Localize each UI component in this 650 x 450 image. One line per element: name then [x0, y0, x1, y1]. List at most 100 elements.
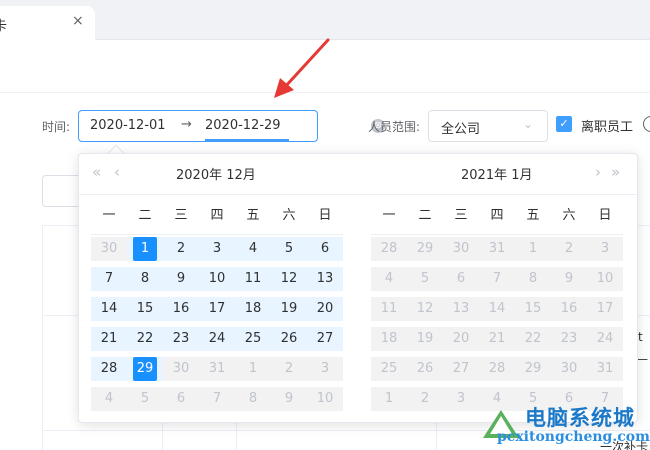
day-cell-range-start[interactable]: 1 [127, 237, 163, 261]
day-cell[interactable]: 10 [199, 267, 235, 291]
scope-select[interactable]: 全公司 ⌄ [428, 110, 548, 142]
day-cell[interactable]: 29 [515, 357, 551, 381]
background-button[interactable] [42, 175, 82, 207]
day-cell[interactable]: 3 [307, 357, 343, 381]
day-cell[interactable]: 8 [515, 267, 551, 291]
day-cell[interactable]: 2 [551, 237, 587, 261]
day-cell[interactable]: 23 [163, 327, 199, 351]
day-cell[interactable]: 2 [407, 387, 443, 411]
day-cell[interactable]: 3 [587, 237, 623, 261]
day-cell[interactable]: 29 [407, 237, 443, 261]
day-cell[interactable]: 10 [307, 387, 343, 411]
day-cell[interactable]: 20 [307, 297, 343, 321]
day-cell[interactable]: 3 [443, 387, 479, 411]
day-cell[interactable]: 23 [551, 327, 587, 351]
day-cell[interactable]: 31 [587, 357, 623, 381]
next-year-icon[interactable]: » [611, 163, 620, 181]
day-cell[interactable]: 26 [407, 357, 443, 381]
day-cell[interactable]: 4 [91, 387, 127, 411]
day-cell[interactable]: 8 [235, 387, 271, 411]
date-range-input[interactable]: 2020-12-01 → 2020-12-29 ⊗ [78, 110, 385, 142]
day-cell[interactable]: 7 [91, 267, 127, 291]
day-cell[interactable]: 25 [371, 357, 407, 381]
day-cell[interactable]: 28 [479, 357, 515, 381]
day-cell[interactable]: 13 [443, 297, 479, 321]
day-cell[interactable]: 1 [515, 237, 551, 261]
right-panel-header: 2021年 1月 › » [359, 154, 639, 194]
weekday-label: 三 [454, 208, 468, 223]
day-cell[interactable]: 6 [307, 237, 343, 261]
day-cell[interactable]: 21 [91, 327, 127, 351]
day-cell[interactable]: 24 [199, 327, 235, 351]
day-cell[interactable]: 5 [407, 267, 443, 291]
day-cell[interactable]: 30 [91, 237, 127, 261]
day-cell[interactable]: 21 [479, 327, 515, 351]
day-cell[interactable]: 9 [551, 267, 587, 291]
day-cell[interactable]: 14 [479, 297, 515, 321]
day-cell[interactable]: 4 [371, 267, 407, 291]
day-cell[interactable]: 6 [443, 267, 479, 291]
day-cell[interactable]: 12 [271, 267, 307, 291]
day-cell[interactable]: 1 [235, 357, 271, 381]
resigned-checkbox-label[interactable]: 离职员工 [581, 116, 633, 135]
day-cell[interactable]: 7 [479, 267, 515, 291]
day-cell[interactable]: 20 [443, 327, 479, 351]
weekday-label: 五 [526, 208, 540, 223]
day-cell[interactable]: 18 [235, 297, 271, 321]
day-cell[interactable]: 30 [443, 237, 479, 261]
day-cell[interactable]: 17 [199, 297, 235, 321]
start-date-field[interactable]: 2020-12-01 [90, 118, 166, 133]
prev-year-icon[interactable]: « [92, 163, 101, 181]
day-cell[interactable]: 4 [235, 237, 271, 261]
day-cell[interactable]: 17 [587, 297, 623, 321]
day-cell[interactable]: 25 [235, 327, 271, 351]
day-cell[interactable]: 2 [163, 237, 199, 261]
close-icon[interactable]: × [72, 13, 84, 29]
day-cell-range-end[interactable]: 29 [127, 357, 163, 381]
day-cell[interactable]: 19 [407, 327, 443, 351]
day-cell[interactable]: 11 [235, 267, 271, 291]
day-cell[interactable]: 18 [371, 327, 407, 351]
day-cell[interactable]: 7 [199, 387, 235, 411]
day-cell[interactable]: 14 [91, 297, 127, 321]
day-cell[interactable]: 31 [479, 237, 515, 261]
day-cell[interactable]: 27 [443, 357, 479, 381]
end-date-field[interactable]: 2020-12-29 [205, 118, 281, 133]
time-label: 时间: [42, 120, 71, 134]
day-cell[interactable]: 28 [371, 237, 407, 261]
day-cell[interactable]: 15 [127, 297, 163, 321]
prev-month-icon[interactable]: ‹ [114, 163, 120, 181]
day-cell[interactable]: 12 [407, 297, 443, 321]
day-cell[interactable]: 31 [199, 357, 235, 381]
day-cell[interactable]: 9 [271, 387, 307, 411]
day-cell[interactable]: 3 [199, 237, 235, 261]
day-cell[interactable]: 11 [371, 297, 407, 321]
day-cell[interactable]: 22 [515, 327, 551, 351]
tab-active[interactable]: 卡 × [0, 6, 95, 40]
day-cell[interactable]: 24 [587, 327, 623, 351]
day-cell[interactable]: 1 [371, 387, 407, 411]
day-cell[interactable]: 28 [91, 357, 127, 381]
day-cell[interactable]: 13 [307, 267, 343, 291]
day-cell[interactable]: 30 [163, 357, 199, 381]
weekday-label: 六 [282, 208, 296, 223]
day-cell[interactable]: 2 [271, 357, 307, 381]
day-cell[interactable]: 30 [551, 357, 587, 381]
weekday-label: 日 [318, 208, 332, 223]
day-cell[interactable]: 5 [127, 387, 163, 411]
day-cell[interactable]: 26 [271, 327, 307, 351]
day-cell[interactable]: 16 [551, 297, 587, 321]
resigned-checkbox[interactable]: ✓ [556, 116, 572, 132]
day-cell[interactable]: 10 [587, 267, 623, 291]
day-cell[interactable]: 27 [307, 327, 343, 351]
day-cell[interactable]: 5 [271, 237, 307, 261]
watermark-title: 电脑系统城 [525, 406, 635, 430]
day-cell[interactable]: 6 [163, 387, 199, 411]
day-cell[interactable]: 8 [127, 267, 163, 291]
next-month-icon[interactable]: › [595, 163, 601, 181]
day-cell[interactable]: 19 [271, 297, 307, 321]
day-cell[interactable]: 16 [163, 297, 199, 321]
day-cell[interactable]: 22 [127, 327, 163, 351]
day-cell[interactable]: 9 [163, 267, 199, 291]
day-cell[interactable]: 15 [515, 297, 551, 321]
